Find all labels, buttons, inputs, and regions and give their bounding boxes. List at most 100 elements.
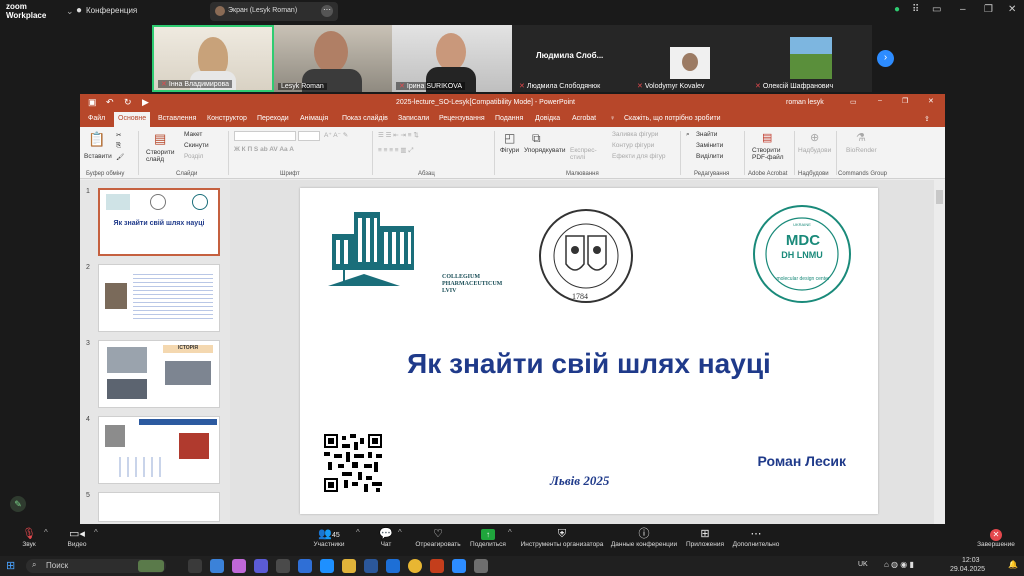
shapes-button[interactable]: Фігури <box>500 147 519 154</box>
close-icon[interactable]: ✕ <box>928 97 934 105</box>
slide-thumbnail-5[interactable] <box>98 492 220 522</box>
shape-effects-button[interactable]: Ефекти для фігур <box>612 153 666 160</box>
copy-icon[interactable]: ⎘ <box>116 142 121 150</box>
biorender-icon[interactable]: ⚗ <box>856 131 866 144</box>
restore-icon[interactable]: ❐ <box>984 4 993 15</box>
video-tile[interactable]: ✕ Ірина SURIKOVA <box>392 25 512 92</box>
tab-file[interactable]: Файл <box>88 115 105 122</box>
create-pdf-button[interactable]: Створити PDF-файл <box>752 147 788 161</box>
list-icons[interactable]: ☰ ☰ ⇤ ⇥ ≡ ⇅ <box>378 131 419 139</box>
shield-icon[interactable]: ● <box>894 4 900 15</box>
slide-thumbnail-1[interactable]: Як знайти свій шлях науці <box>98 188 220 256</box>
chevron-down-icon[interactable]: ⌄ <box>66 6 74 17</box>
select-button[interactable]: Виділити <box>696 153 723 160</box>
meeting-info-button[interactable]: ⓘ Данные конференции <box>610 527 678 548</box>
tab-slideshow[interactable]: Показ слайдів <box>342 115 388 122</box>
video-button[interactable]: ▭◂ Видео <box>62 527 92 548</box>
tab-design[interactable]: Конструктор <box>207 115 247 122</box>
slide-city-year[interactable]: Львів 2025 <box>550 473 609 489</box>
teams-icon[interactable] <box>254 559 268 573</box>
find-button[interactable]: Знайти <box>696 131 717 138</box>
chat-button[interactable]: 💬 Чат <box>374 527 398 548</box>
vertical-scrollbar[interactable] <box>934 180 945 524</box>
redo-icon[interactable]: ↻ <box>124 97 132 108</box>
clock-time[interactable]: 12:03 <box>962 557 980 564</box>
file-explorer-icon[interactable] <box>342 559 356 573</box>
pdf-icon[interactable]: ▤ <box>762 131 772 144</box>
meeting-label[interactable]: Конференция <box>86 6 137 15</box>
app-icon[interactable] <box>386 559 400 573</box>
shape-fill-button[interactable]: Заливка фігури <box>612 131 658 138</box>
font-style-icons[interactable]: Ж К П S ab AV Aa A <box>234 146 294 153</box>
minimize-icon[interactable]: – <box>878 97 882 104</box>
tab-view[interactable]: Подання <box>495 115 523 122</box>
reset-button[interactable]: Скинути <box>184 142 209 149</box>
host-tools-button[interactable]: ⛨ Инструменты организатора <box>518 527 606 548</box>
arrange-button[interactable]: Упорядкувати <box>524 147 565 154</box>
layout-button[interactable]: Макет <box>184 131 202 138</box>
save-icon[interactable]: ▣ <box>88 97 97 108</box>
biorender-button[interactable]: BioRender <box>846 147 877 154</box>
paste-button[interactable]: Вставити <box>84 153 112 160</box>
chevron-up-icon[interactable]: ^ <box>398 528 402 537</box>
addins-icon[interactable]: ⊕ <box>810 131 819 144</box>
undo-icon[interactable]: ↶ <box>106 97 114 108</box>
tab-recording[interactable]: Записали <box>398 115 429 122</box>
user-name[interactable]: roman lesyk <box>786 99 824 106</box>
font-name-select[interactable] <box>234 131 296 141</box>
more-options-icon[interactable]: ··· <box>321 5 333 17</box>
addins-button[interactable]: Надбудови <box>798 147 831 154</box>
end-meeting-button[interactable]: ✕ Завершение <box>974 527 1018 548</box>
slide-thumbnail-4[interactable] <box>98 416 220 484</box>
slide-thumbnail-3[interactable]: ІСТОРІЯ <box>98 340 220 408</box>
clock-date[interactable]: 29.04.2025 <box>950 566 985 573</box>
video-tile[interactable]: ✕ Інна Владимирова <box>152 25 274 92</box>
video-tile[interactable]: ✕ Volodymyr Kovalev <box>630 25 748 92</box>
screen-share-pill[interactable]: Экран (Lesyk Roman) ··· <box>210 2 338 21</box>
ribbon-display-icon[interactable]: ▭ <box>850 98 857 106</box>
slideshow-start-icon[interactable]: ▶ <box>142 97 149 108</box>
tell-me-search[interactable]: Скажіть, що потрібно зробити <box>624 115 721 122</box>
powerpoint-icon[interactable] <box>430 559 444 573</box>
tab-acrobat[interactable]: Acrobat <box>572 115 596 122</box>
tab-home[interactable]: Основне <box>114 112 151 127</box>
quick-styles-button[interactable]: Експрес-стилі <box>570 147 600 161</box>
audio-button[interactable]: 🎙 Звук <box>14 527 44 548</box>
zoom-icon[interactable] <box>452 559 466 573</box>
restore-icon[interactable]: ❐ <box>902 97 908 105</box>
tab-review[interactable]: Рецензування <box>439 115 485 122</box>
cut-icon[interactable]: ✂ <box>116 131 121 139</box>
shapes-icon[interactable]: ◰ <box>504 131 515 145</box>
react-button[interactable]: ♡ Отреагировать <box>412 527 464 548</box>
edge-icon[interactable] <box>320 559 334 573</box>
annotate-pen-icon[interactable]: ✎ <box>10 496 26 512</box>
tab-animations[interactable]: Анімація <box>300 115 328 122</box>
format-painter-icon[interactable]: 🖌 <box>116 153 124 161</box>
new-slide-button[interactable]: Створити слайд <box>146 149 178 163</box>
close-icon[interactable]: ✕ <box>1008 4 1016 15</box>
screen-icon[interactable]: ▭ <box>932 4 941 15</box>
slide-title[interactable]: Як знайти свій шлях науці <box>300 348 878 380</box>
more-button[interactable]: ⋯ Дополнительно <box>730 527 782 548</box>
section-button[interactable]: Розділ <box>184 153 203 160</box>
system-tray-icons[interactable]: ⌂ ◍ ◉ ▮ <box>884 560 914 569</box>
calendar-icon[interactable] <box>276 559 290 573</box>
participants-button[interactable]: 👥45 Участники <box>306 527 352 548</box>
shape-outline-button[interactable]: Контур фігури <box>612 142 654 149</box>
chevron-up-icon[interactable]: ^ <box>94 528 98 537</box>
grid-view-icon[interactable]: ⠿ <box>912 4 919 15</box>
notifications-icon[interactable]: 🔔 <box>1008 560 1018 569</box>
windows-start-icon[interactable]: ⊞ <box>6 559 15 572</box>
slide-author[interactable]: Роман Лесик <box>758 453 846 469</box>
increase-font-icon[interactable]: A⁺ A⁻ ✎ <box>324 131 348 139</box>
task-view-icon[interactable] <box>188 559 202 573</box>
font-size-select[interactable] <box>298 131 320 141</box>
minimize-icon[interactable]: – <box>960 4 966 15</box>
store-icon[interactable] <box>298 559 312 573</box>
chrome-icon[interactable] <box>408 559 422 573</box>
arrange-icon[interactable]: ⧉ <box>532 131 541 146</box>
new-slide-icon[interactable]: ▤ <box>154 131 166 147</box>
chevron-up-icon[interactable]: ^ <box>44 528 48 537</box>
video-tile[interactable]: Людмила Слоб... ✕ Людмила Слободянюк <box>512 25 630 92</box>
share-icon[interactable]: ⇪ <box>924 115 930 123</box>
